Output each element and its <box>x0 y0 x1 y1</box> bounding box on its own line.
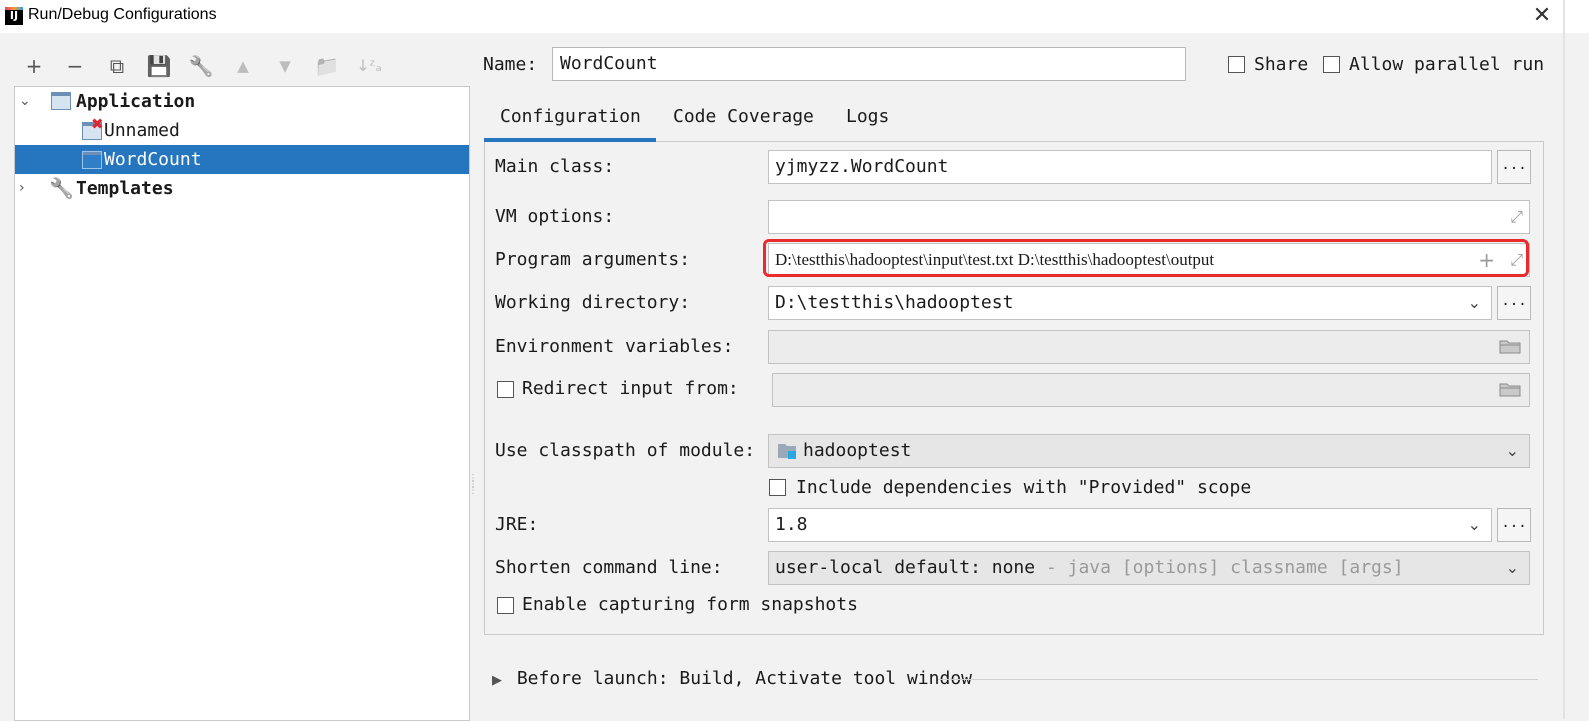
redirect-input-field[interactable] <box>772 373 1530 407</box>
chevron-down-icon[interactable]: ⌄ <box>1506 552 1519 584</box>
jre-label: JRE: <box>495 514 539 535</box>
application-icon <box>51 92 71 110</box>
chevron-right-icon[interactable]: ▶ <box>492 673 502 688</box>
chevron-down-icon[interactable]: ⌄ <box>1468 287 1481 319</box>
jre-browse-button[interactable]: ... <box>1497 508 1531 542</box>
save-icon[interactable]: 💾 <box>145 52 173 80</box>
include-dependencies-label: Include dependencies with "Provided" sco… <box>796 477 1252 498</box>
chevron-right-icon[interactable]: › <box>19 174 25 203</box>
tree-label-templates: Templates <box>76 178 174 199</box>
include-dependencies-checkbox[interactable] <box>769 479 786 496</box>
tree-node-application[interactable]: ⌄ Application <box>15 87 469 116</box>
new-folder-icon[interactable]: 📁 <box>313 52 341 80</box>
before-launch-divider <box>938 679 1538 680</box>
main-class-label: Main class: <box>495 156 615 177</box>
name-field[interactable]: WordCount <box>552 47 1186 81</box>
redirect-input-label: Redirect input from: <box>522 378 739 399</box>
vm-options-label: VM options: <box>495 206 615 227</box>
before-launch-section[interactable]: ▶ Before launch: Build, Activate tool wi… <box>492 668 972 689</box>
environment-variables-field[interactable] <box>768 330 1530 364</box>
main-class-field[interactable]: yjmyzz.WordCount <box>768 150 1492 184</box>
window-title: Run/Debug Configurations <box>28 6 217 23</box>
shorten-command-line-value: user-local default: none <box>775 557 1036 578</box>
program-arguments-label: Program arguments: <box>495 249 691 270</box>
configuration-tree[interactable]: ⌄ Application ✖ Unnamed WordCount › 🔧 Te… <box>14 86 470 721</box>
tree-label-unnamed: Unnamed <box>104 120 180 141</box>
capture-snapshots-checkbox[interactable] <box>497 597 514 614</box>
tree-node-wordcount[interactable]: WordCount <box>15 145 469 174</box>
tree-label-wordcount: WordCount <box>104 149 202 170</box>
before-launch-label: Before launch: Build, Activate tool wind… <box>516 668 972 689</box>
tree-node-unnamed[interactable]: ✖ Unnamed <box>15 115 469 145</box>
shorten-command-line-hint: - java [options] classname [args] <box>1045 557 1404 578</box>
main-class-browse-button[interactable]: ... <box>1497 150 1531 184</box>
jre-combo[interactable]: 1.8 ⌄ <box>768 508 1492 542</box>
name-label: Name: <box>483 54 538 75</box>
sort-icon[interactable]: ↓ᶻₐ <box>355 52 383 80</box>
working-directory-value: D:\testthis\hadooptest <box>775 292 1014 313</box>
vm-options-field[interactable]: ⤢ <box>768 200 1530 234</box>
module-icon <box>778 444 796 459</box>
splitter-handle[interactable]: ⋮ ⋮ ⋮ <box>468 474 478 500</box>
close-icon[interactable]: ✕ <box>1530 3 1554 29</box>
highlight-box <box>763 239 1529 277</box>
capture-snapshots-label: Enable capturing form snapshots <box>522 594 858 615</box>
tab-logs[interactable]: Logs <box>846 104 889 140</box>
title-bar <box>0 0 1589 33</box>
chevron-down-icon[interactable]: ⌄ <box>1468 509 1481 541</box>
classpath-module-value: hadooptest <box>803 440 912 461</box>
allow-parallel-label: Allow parallel run <box>1349 54 1545 75</box>
application-config-icon <box>82 151 102 169</box>
environment-variables-label: Environment variables: <box>495 336 734 357</box>
move-down-icon[interactable]: ▼ <box>271 52 299 80</box>
tree-node-templates[interactable]: › 🔧 Templates <box>15 174 469 203</box>
chevron-down-icon[interactable]: ⌄ <box>19 87 31 116</box>
shorten-command-line-combo[interactable]: user-local default: none - java [options… <box>768 551 1530 585</box>
jre-value: 1.8 <box>775 514 808 535</box>
classpath-module-label: Use classpath of module: <box>495 440 756 461</box>
window-edge <box>1563 0 1565 719</box>
working-directory-label: Working directory: <box>495 292 691 313</box>
copy-icon[interactable]: ⧉ <box>103 52 131 80</box>
folder-icon[interactable] <box>1499 381 1521 397</box>
folder-icon[interactable] <box>1499 338 1521 354</box>
move-up-icon[interactable]: ▲ <box>229 52 257 80</box>
wrench-icon: 🔧 <box>49 176 74 200</box>
add-icon[interactable]: + <box>20 52 48 80</box>
redirect-input-checkbox[interactable] <box>497 381 514 398</box>
working-directory-combo[interactable]: D:\testthis\hadooptest ⌄ <box>768 286 1492 320</box>
wrench-icon[interactable]: 🔧 <box>187 52 215 80</box>
shorten-command-line-label: Shorten command line: <box>495 557 723 578</box>
allow-parallel-checkbox[interactable] <box>1323 56 1340 73</box>
share-checkbox[interactable] <box>1228 56 1245 73</box>
expand-icon[interactable]: ⤢ <box>1510 201 1523 233</box>
classpath-module-combo[interactable]: hadooptest ⌄ <box>768 434 1530 468</box>
tab-code-coverage[interactable]: Code Coverage <box>673 104 814 140</box>
working-directory-browse-button[interactable]: ... <box>1497 286 1531 320</box>
share-label: Share <box>1254 54 1309 75</box>
intellij-app-icon: IJ <box>5 7 23 25</box>
remove-icon[interactable]: − <box>61 52 89 80</box>
error-icon: ✖ <box>91 115 104 133</box>
chevron-down-icon[interactable]: ⌄ <box>1506 435 1519 467</box>
tab-configuration[interactable]: Configuration <box>500 104 641 140</box>
